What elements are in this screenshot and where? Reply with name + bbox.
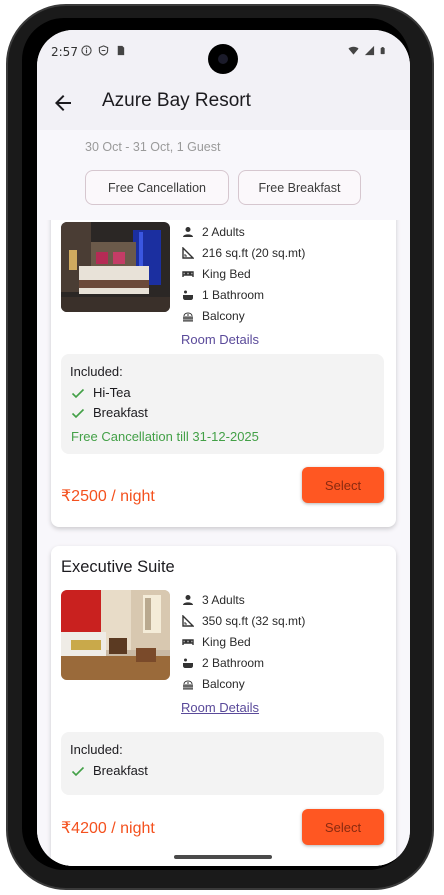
select-room-button[interactable]: Select	[302, 467, 384, 503]
feature-text: 2 Bathroom	[202, 655, 265, 670]
room-image[interactable]	[61, 590, 170, 680]
bed-icon	[182, 638, 194, 645]
feature-text: 2 Adults	[202, 224, 245, 239]
feature-text: Balcony	[202, 308, 245, 323]
feature-bed: King Bed	[182, 631, 305, 652]
select-room-button[interactable]: Select	[302, 809, 384, 845]
feature-bathroom: 1 Bathroom	[182, 284, 305, 305]
feature-text: 3 Adults	[202, 592, 245, 607]
room-card: Executive Suite 3 Adults 350 sq.ft (32 s…	[51, 546, 396, 866]
app-bar: Azure Bay Resort	[37, 76, 410, 130]
bed-icon	[182, 270, 194, 277]
person-icon	[183, 594, 193, 605]
home-indicator[interactable]	[174, 855, 272, 859]
room-image[interactable]	[61, 222, 170, 312]
status-bar: 2:57	[37, 30, 410, 76]
included-item-label: Breakfast	[93, 405, 148, 420]
filter-chip-free-breakfast[interactable]: Free Breakfast	[238, 170, 361, 205]
room-price: ₹2500 / night	[61, 488, 155, 505]
room-features: 2 Adults 216 sq.ft (20 sq.mt) King Bed 1…	[182, 221, 305, 326]
feature-bathroom: 2 Bathroom	[182, 652, 305, 673]
feature-area: 350 sq.ft (32 sq.mt)	[182, 610, 305, 631]
front-camera	[208, 44, 238, 74]
included-item-label: Hi-Tea	[93, 385, 131, 400]
feature-guests: 3 Adults	[182, 589, 305, 610]
arrow-back-icon[interactable]	[51, 91, 75, 115]
booking-summary: 30 Oct - 31 Oct, 1 Guest Free Cancellati…	[37, 130, 410, 220]
balcony-icon	[183, 312, 193, 321]
booking-dates-guests[interactable]: 30 Oct - 31 Oct, 1 Guest	[85, 140, 220, 154]
app-screen: 2:57 Azure Bay Resort 30 Oct - 31 Oct, 1…	[37, 30, 410, 866]
check-icon	[71, 408, 85, 418]
included-title: Included:	[70, 364, 123, 379]
person-icon	[183, 226, 193, 237]
included-box: Included: Breakfast	[61, 732, 384, 795]
feature-area: 216 sq.ft (20 sq.mt)	[182, 242, 305, 263]
room-details-link[interactable]: Room Details	[181, 332, 259, 347]
shield-icon	[98, 45, 109, 56]
status-time: 2:57	[51, 45, 78, 59]
page-title: Azure Bay Resort	[102, 90, 251, 111]
signal-icon	[364, 45, 375, 56]
status-icons-right	[348, 45, 388, 56]
feature-bed: King Bed	[182, 263, 305, 284]
feature-text: 216 sq.ft (20 sq.mt)	[202, 245, 306, 260]
feature-text: 1 Bathroom	[202, 287, 265, 302]
check-icon	[71, 388, 85, 398]
feature-text: King Bed	[202, 266, 251, 281]
room-name: Executive Suite	[61, 558, 175, 576]
bathtub-icon	[183, 290, 193, 300]
balcony-icon	[183, 680, 193, 689]
feature-balcony: Balcony	[182, 673, 305, 694]
status-icons-left	[81, 45, 126, 56]
room-card: 2 Adults 216 sq.ft (20 sq.mt) King Bed 1…	[51, 220, 396, 527]
included-title: Included:	[70, 742, 123, 757]
room-list[interactable]: 2 Adults 216 sq.ft (20 sq.mt) King Bed 1…	[37, 220, 410, 866]
room-photo-bedroom	[61, 222, 170, 312]
included-box: Included: Hi-Tea Breakfast Free Cancella…	[61, 354, 384, 454]
room-details-link[interactable]: Room Details	[181, 700, 259, 715]
room-features: 3 Adults 350 sq.ft (32 sq.mt) King Bed 2…	[182, 589, 305, 694]
room-price: ₹4200 / night	[61, 820, 155, 837]
feature-text: King Bed	[202, 634, 251, 649]
included-item: Hi-Tea	[71, 385, 131, 400]
battery-icon	[380, 47, 385, 55]
sim-icon	[117, 45, 125, 56]
area-icon	[182, 246, 194, 259]
cancellation-policy: Free Cancellation till 31-12-2025	[71, 429, 259, 444]
feature-guests: 2 Adults	[182, 221, 305, 242]
check-icon	[71, 766, 85, 776]
included-item: Breakfast	[71, 763, 148, 778]
wifi-icon	[348, 46, 359, 55]
info-icon	[81, 45, 92, 56]
area-icon	[182, 614, 194, 627]
bathtub-icon	[183, 658, 193, 668]
room-photo-suite	[61, 590, 170, 680]
feature-text: 350 sq.ft (32 sq.mt)	[202, 613, 306, 628]
included-item: Breakfast	[71, 405, 148, 420]
included-item-label: Breakfast	[93, 763, 148, 778]
feature-text: Balcony	[202, 676, 245, 691]
feature-balcony: Balcony	[182, 305, 305, 326]
filter-chip-free-cancellation[interactable]: Free Cancellation	[85, 170, 229, 205]
